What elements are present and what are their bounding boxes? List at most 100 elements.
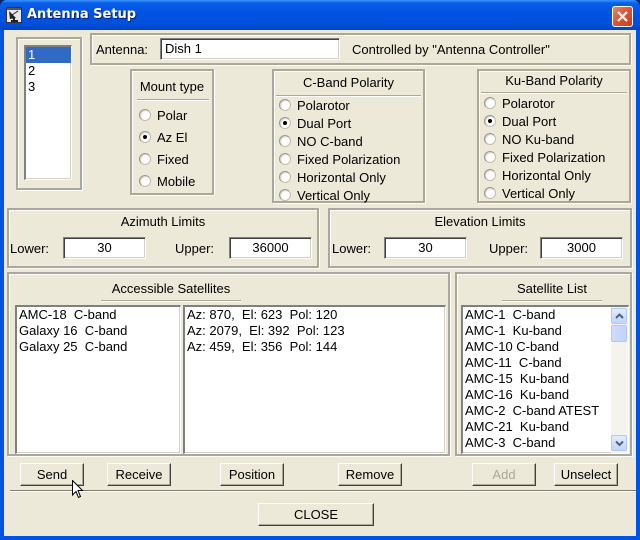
elevation-upper-label: Upper: — [489, 241, 529, 256]
mouse-pointer-icon — [72, 480, 84, 499]
elevation-upper-input[interactable]: 3000 — [540, 237, 623, 259]
position-button[interactable]: Position — [220, 463, 284, 486]
radio-label: Vertical Only — [502, 185, 575, 201]
radio-circle[interactable] — [279, 189, 291, 201]
scroll-down-button[interactable] — [611, 435, 627, 451]
azimuth-upper-label: Upper: — [175, 241, 215, 256]
mount-type-divider — [137, 99, 209, 101]
satellite-position-item[interactable]: Az: 459, El: 356 Pol: 144 — [185, 339, 445, 355]
azimuth-limits-group: Azimuth Limits Lower: 30 Upper: 36000 — [7, 208, 319, 268]
radio-circle[interactable] — [279, 153, 291, 165]
c-band-radio-horizontal-only[interactable]: Horizontal Only — [279, 169, 386, 185]
satellite-position-item[interactable]: Az: 2079, El: 392 Pol: 123 — [185, 323, 445, 339]
accessible-satellites-names-list[interactable]: AMC-18 C-band Galaxy 16 C-band Galaxy 25 C… — [15, 305, 181, 454]
radio-circle[interactable] — [139, 131, 151, 143]
radio-circle[interactable] — [279, 171, 291, 183]
unselect-button[interactable]: Unselect — [554, 463, 618, 486]
accessible-satellites-positions-list[interactable]: Az: 870, El: 623 Pol: 120 Az: 2079, El: 3… — [183, 305, 446, 454]
ku-band-radio-dual-port[interactable]: Dual Port — [484, 113, 556, 129]
radio-circle[interactable] — [484, 115, 496, 127]
mount-type-radio-az-el[interactable]: Az El — [139, 129, 187, 145]
add-button[interactable]: Add — [472, 463, 536, 486]
ku-band-radio-no-ku-band[interactable]: NO Ku-band — [484, 131, 574, 147]
window-title: Antenna Setup — [27, 7, 137, 22]
radio-circle[interactable] — [279, 117, 291, 129]
dialog-body: 123 Antenna: Dish 1 Controlled by "Anten… — [4, 30, 636, 536]
radio-circle[interactable] — [139, 175, 151, 187]
c-band-radio-no-c-band[interactable]: NO C-band — [279, 133, 363, 149]
radio-label: Fixed — [157, 151, 189, 167]
radio-circle[interactable] — [279, 135, 291, 147]
satellite-list-item[interactable]: AMC-1 Ku-band — [463, 323, 628, 339]
title-bar[interactable]: Antenna Setup — [0, 0, 640, 30]
accessible-satellite-item[interactable]: Galaxy 16 C-band — [17, 323, 180, 339]
antenna-info-frame: Antenna: Dish 1 Controlled by "Antenna C… — [90, 33, 631, 65]
radio-circle[interactable] — [484, 151, 496, 163]
radio-circle[interactable] — [139, 153, 151, 165]
satellite-list-item[interactable]: AMC-3 C-band — [463, 435, 628, 451]
radio-circle[interactable] — [484, 187, 496, 199]
elevation-lower-input[interactable]: 30 — [384, 237, 467, 259]
c-band-radio-fixed-polarization[interactable]: Fixed Polarization — [279, 151, 400, 167]
radio-circle[interactable] — [484, 169, 496, 181]
receive-button[interactable]: Receive — [107, 463, 171, 486]
mount-type-radio-polar[interactable]: Polar — [139, 107, 187, 123]
ku-band-radio-vertical-only[interactable]: Vertical Only — [484, 185, 575, 201]
c-band-polarity-title: C-Band Polarity — [302, 75, 395, 90]
satellite-list-item[interactable]: AMC-2 C-band ATEST — [463, 403, 628, 419]
elevation-lower-label: Lower: — [332, 241, 372, 256]
antenna-name-input[interactable]: Dish 1 — [160, 38, 340, 60]
controlled-by-text: Controlled by "Antenna Controller" — [352, 42, 550, 57]
mount-type-group: Mount type Polar Az El Fixed Mobile — [130, 69, 214, 195]
satellite-list-item[interactable]: AMC-15 Ku-band — [463, 371, 628, 387]
antenna-list-item[interactable]: 3 — [26, 79, 71, 95]
satellite-list-item[interactable]: AMC-1 C-band — [463, 307, 628, 323]
radio-label: Horizontal Only — [297, 169, 386, 185]
radio-circle[interactable] — [279, 99, 291, 111]
radio-label: Vertical Only — [297, 187, 370, 203]
c-band-radio-vertical-only[interactable]: Vertical Only — [279, 187, 370, 203]
mount-type-radio-mobile[interactable]: Mobile — [139, 173, 195, 189]
radio-circle[interactable] — [484, 97, 496, 109]
azimuth-lower-input[interactable]: 30 — [63, 237, 146, 259]
satellite-list-item[interactable]: AMC-21 Ku-band — [463, 419, 628, 435]
elevation-limits-group: Elevation Limits Lower: 30 Upper: 3000 — [328, 208, 632, 268]
antenna-list[interactable]: 123 — [24, 45, 72, 180]
antenna-list-item[interactable]: 1 — [26, 47, 71, 63]
satellite-list-divider — [502, 300, 602, 302]
radio-label: Polar — [157, 107, 188, 123]
satellite-list-scrollbar[interactable] — [611, 307, 628, 453]
satellite-list[interactable]: AMC-1 C-band AMC-1 Ku-band AMC-10 C-band AM… — [461, 305, 629, 454]
accessible-satellite-item[interactable]: Galaxy 25 C-band — [17, 339, 180, 355]
radio-circle[interactable] — [484, 133, 496, 145]
azimuth-lower-label: Lower: — [10, 241, 50, 256]
satellite-list-item[interactable]: AMC-10 C-band — [463, 339, 628, 355]
c-band-radio-dual-port[interactable]: Dual Port — [279, 115, 351, 131]
close-button[interactable]: CLOSE — [258, 503, 374, 526]
antenna-list-frame: 123 — [16, 37, 82, 190]
c-band-radio-polarotor[interactable]: Polarotor — [279, 97, 350, 113]
radio-label: NO Ku-band — [502, 131, 575, 147]
ku-band-radio-fixed-polarization[interactable]: Fixed Polarization — [484, 149, 605, 165]
satellite-list-item[interactable]: AMC-11 C-band — [463, 355, 628, 371]
radio-label: Dual Port — [297, 115, 352, 131]
satellite-position-item[interactable]: Az: 870, El: 623 Pol: 120 — [185, 307, 445, 323]
radio-circle[interactable] — [139, 109, 151, 121]
radio-label: Polarotor — [502, 95, 555, 111]
close-icon — [617, 11, 628, 22]
remove-button[interactable]: Remove — [338, 463, 402, 486]
satellite-list-item[interactable]: AMC-16 Ku-band — [463, 387, 628, 403]
ku-band-radio-polarotor[interactable]: Polarotor — [484, 95, 555, 111]
close-window-button[interactable] — [612, 6, 633, 27]
accessible-satellites-divider — [101, 300, 241, 302]
mount-type-radio-fixed[interactable]: Fixed — [139, 151, 189, 167]
scroll-thumb[interactable] — [611, 325, 627, 342]
azimuth-upper-input[interactable]: 36000 — [229, 237, 312, 259]
scroll-up-button[interactable] — [611, 308, 627, 324]
mount-type-title: Mount type — [139, 79, 205, 94]
accessible-satellite-item[interactable]: AMC-18 C-band — [17, 307, 180, 323]
c-band-polarity-group: C-Band Polarity Polarotor Dual Port NO C-b… — [272, 69, 425, 203]
radio-label: Fixed Polarization — [502, 149, 606, 165]
ku-band-radio-horizontal-only[interactable]: Horizontal Only — [484, 167, 591, 183]
antenna-list-item[interactable]: 2 — [26, 63, 71, 79]
